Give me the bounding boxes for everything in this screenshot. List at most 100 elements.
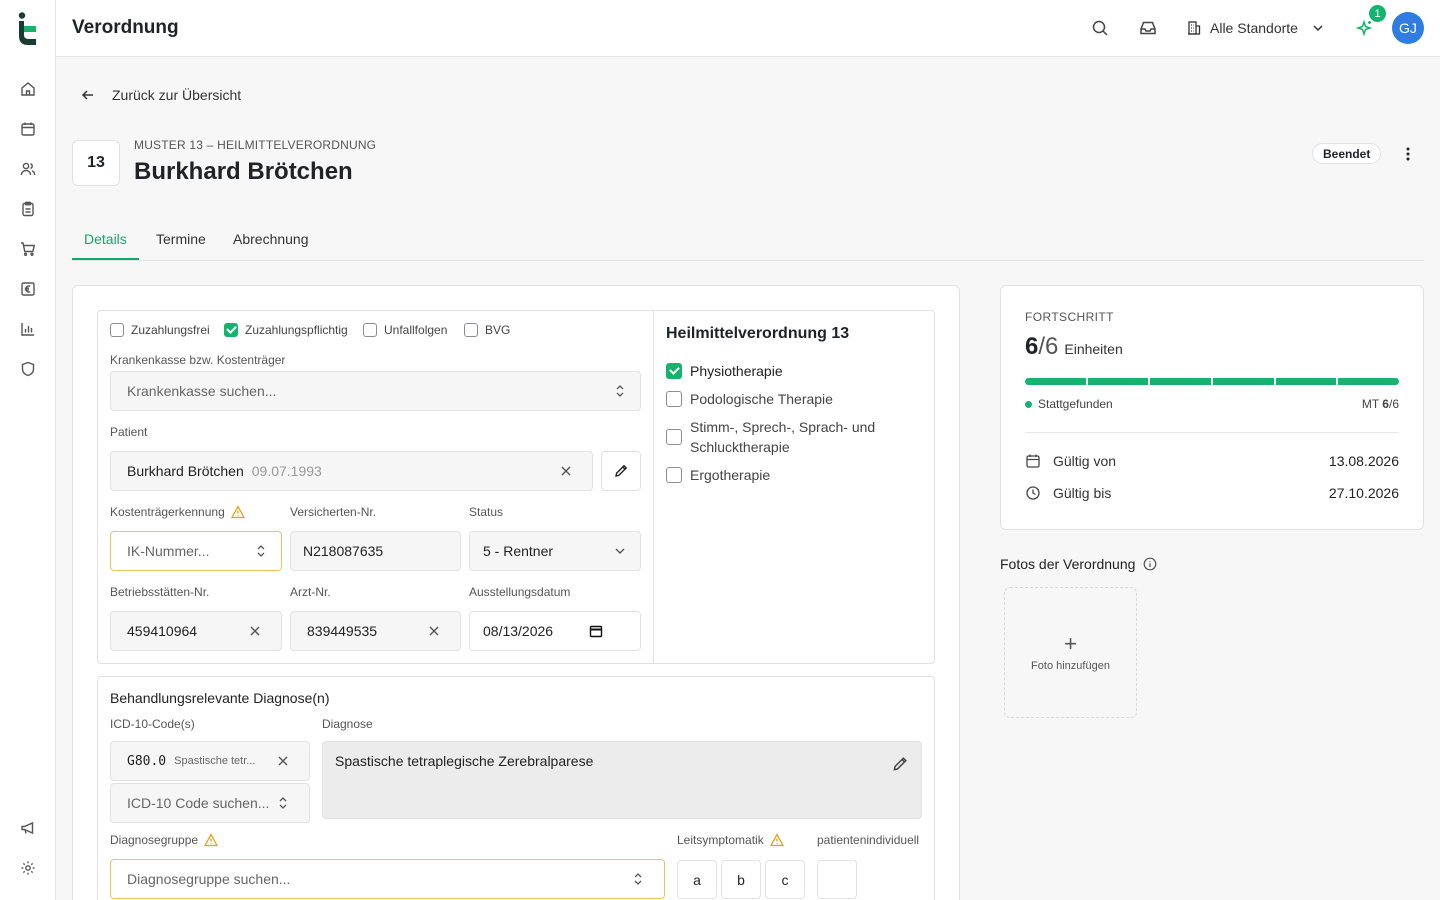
chart-icon[interactable]: [18, 319, 38, 339]
checkbox-zuzahlungsfrei[interactable]: Zuzahlungsfrei: [110, 323, 210, 337]
tab-active-indicator: [72, 258, 139, 260]
tab-abrechnung[interactable]: Abrechnung: [233, 231, 309, 247]
individual-label: patientenindividuell: [817, 833, 920, 847]
insurance-placeholder: Krankenkasse suchen...: [127, 383, 277, 399]
diagnosis-group-select[interactable]: Diagnosegruppe suchen...: [110, 859, 665, 899]
calendar-icon[interactable]: [18, 119, 38, 139]
page-title: Verordnung: [72, 17, 179, 38]
checkbox-label: Zuzahlungsfrei: [131, 323, 210, 337]
mt-total: /6: [1388, 397, 1399, 411]
megaphone-icon[interactable]: [18, 818, 38, 838]
add-photo-button[interactable]: + Foto hinzufügen: [1004, 587, 1137, 718]
checkbox-unfallfolgen[interactable]: Unfallfolgen: [363, 323, 447, 337]
info-icon[interactable]: [1143, 557, 1157, 571]
pencil-icon: [615, 464, 628, 477]
doctor-no-input[interactable]: 839449535: [290, 611, 461, 651]
clear-icon[interactable]: [426, 623, 442, 639]
gear-icon[interactable]: [18, 858, 38, 878]
group-placeholder: Diagnosegruppe suchen...: [127, 871, 291, 887]
checkbox-box[interactable]: [110, 323, 124, 337]
insured-no-label: Versicherten-Nr.: [290, 505, 377, 519]
back-link[interactable]: Zurück zur Übersicht: [80, 87, 241, 103]
therapy-label: Stimm-, Sprech-, Sprach- und Schluckther…: [690, 419, 876, 455]
ik-label-text: Kostenträgerkennung: [110, 505, 225, 519]
checkbox-box[interactable]: [666, 429, 682, 445]
users-icon[interactable]: [18, 159, 38, 179]
app-logo[interactable]: [16, 12, 40, 46]
patient-field[interactable]: Burkhard Brötchen 09.07.1993: [110, 451, 593, 491]
location-label: Alle Standorte: [1210, 20, 1298, 36]
diagnosis-textarea[interactable]: Spastische tetraplegische Zerebralparese: [322, 741, 922, 819]
patient-label: Patient: [110, 425, 148, 439]
checkbox-box[interactable]: [464, 323, 478, 337]
progress-unit: Einheiten: [1064, 341, 1123, 357]
euro-icon[interactable]: [18, 279, 38, 299]
calendar-picker-icon[interactable]: [588, 623, 604, 639]
checkbox-box[interactable]: [666, 467, 682, 483]
progress-segment: [1025, 378, 1086, 385]
icd-search-select[interactable]: ICD-10 Code suchen...: [110, 783, 310, 823]
home-icon[interactable]: [18, 79, 38, 99]
therapy-label: Ergotherapie: [690, 467, 771, 483]
mt-count: MT 6/6: [1346, 397, 1399, 411]
therapy-title: Heilmittelverordnung 13: [666, 325, 850, 342]
ik-number-select[interactable]: IK-Nummer...: [110, 531, 282, 571]
icd-code: G80.0: [127, 753, 167, 769]
chevron-updown-icon: [275, 795, 291, 811]
legend-label: Stattgefunden: [1038, 397, 1113, 411]
icd-desc: Spastische tetr...: [174, 755, 256, 767]
site-no-label: Betriebsstätten-Nr.: [110, 585, 210, 599]
leitsymptomatik-a[interactable]: a: [677, 860, 717, 899]
chevron-down-icon: [1313, 25, 1323, 32]
remove-icon[interactable]: [275, 753, 291, 769]
progress-legend: Stattgefunden: [1025, 397, 1113, 411]
group-label: Diagnosegruppe: [110, 833, 219, 847]
status-value: 5 - Rentner: [483, 543, 554, 559]
therapy-podologie[interactable]: Podologische Therapie: [666, 389, 833, 409]
checkbox-box-checked[interactable]: [666, 363, 682, 379]
clipboard-icon[interactable]: [18, 199, 38, 219]
cart-icon[interactable]: [18, 239, 38, 259]
shield-icon[interactable]: [18, 359, 38, 379]
therapy-label: Physiotherapie: [690, 363, 783, 379]
tab-termine[interactable]: Termine: [156, 231, 206, 247]
location-selector[interactable]: Alle Standorte: [1186, 17, 1326, 39]
valid-from-value: 13.08.2026: [1328, 453, 1399, 469]
checkbox-box[interactable]: [666, 391, 682, 407]
clock-icon: [1026, 486, 1040, 500]
checkbox-bvg[interactable]: BVG: [464, 323, 510, 337]
warning-icon: [230, 505, 245, 519]
clear-icon[interactable]: [247, 623, 263, 639]
leitsymptomatik-label-text: Leitsymptomatik: [677, 833, 764, 847]
status-select[interactable]: 5 - Rentner: [469, 531, 641, 571]
issue-date-input[interactable]: 08/13/2026: [469, 611, 641, 651]
pencil-icon[interactable]: [891, 755, 909, 773]
checkbox-label: Unfallfolgen: [384, 323, 448, 337]
clear-icon[interactable]: [558, 463, 574, 479]
site-no-input[interactable]: 459410964: [110, 611, 282, 651]
checkbox-box[interactable]: [363, 323, 377, 337]
leitsymptomatik-b[interactable]: b: [721, 860, 761, 899]
issue-date-value: 08/13/2026: [483, 623, 554, 639]
tab-details[interactable]: Details: [84, 231, 127, 247]
patientenindividuell-box[interactable]: [817, 860, 857, 899]
therapy-stimm-sprech[interactable]: Stimm-, Sprech-, Sprach- und Schluckther…: [666, 417, 906, 457]
edit-patient-button[interactable]: [601, 451, 641, 491]
icd-chip[interactable]: G80.0 Spastische tetr...: [110, 741, 310, 781]
inbox-icon[interactable]: [1138, 18, 1158, 38]
sparkle-icon[interactable]: [1354, 18, 1374, 38]
leitsymptomatik-c[interactable]: c: [765, 860, 805, 899]
checkbox-box-checked[interactable]: [224, 323, 238, 337]
search-icon[interactable]: [1090, 18, 1110, 38]
leitsymptomatik-label: Leitsymptomatik: [677, 833, 784, 847]
more-options-icon[interactable]: [1398, 144, 1418, 164]
insurance-select[interactable]: Krankenkasse suchen...: [110, 371, 641, 411]
progress-total: /6: [1038, 333, 1059, 360]
progress-segment: [1213, 378, 1274, 385]
avatar[interactable]: GJ: [1392, 12, 1424, 44]
therapy-ergotherapie[interactable]: Ergotherapie: [666, 465, 770, 485]
insured-no-input[interactable]: N218087635: [290, 531, 461, 571]
checkbox-zuzahlungspflichtig[interactable]: Zuzahlungspflichtig: [224, 323, 348, 337]
therapy-physiotherapie[interactable]: Physiotherapie: [666, 361, 783, 381]
valid-to-label: Gültig bis: [1053, 485, 1112, 501]
